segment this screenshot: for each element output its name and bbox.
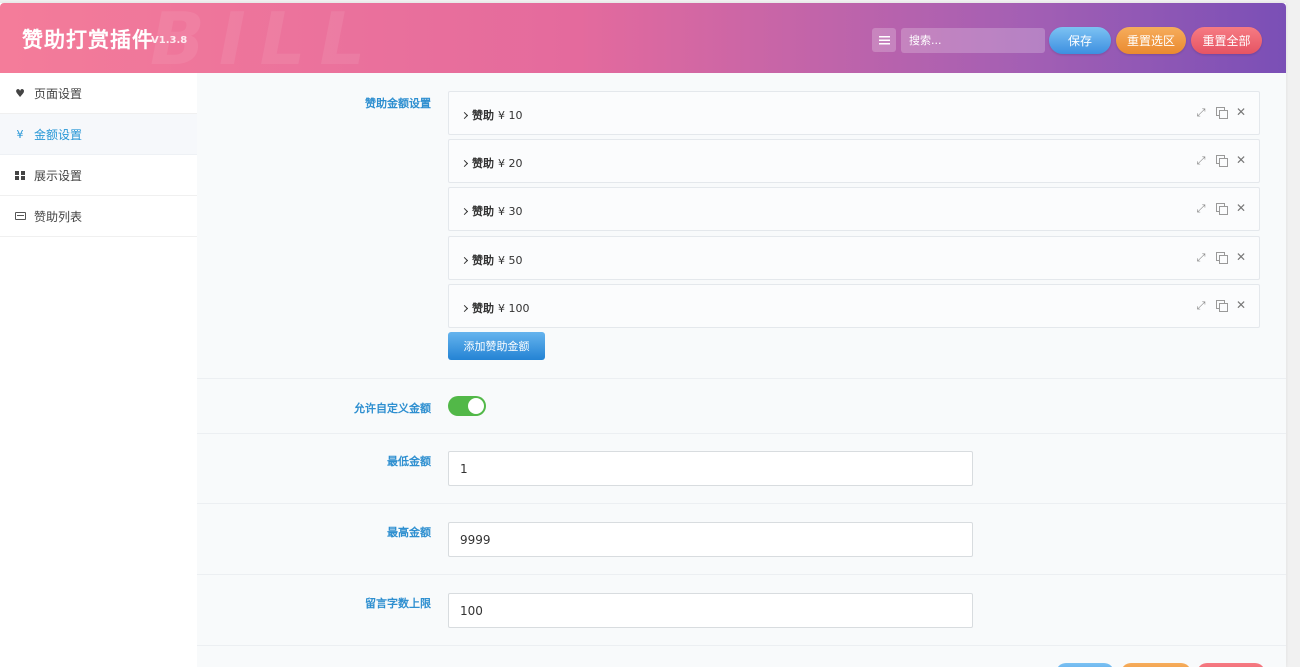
close-icon[interactable]: ✕ <box>1235 202 1247 214</box>
custom-amount-label: 允许自定义金额 <box>354 402 431 415</box>
amount-name: 赞助 <box>472 109 494 122</box>
heart-icon: ♥ <box>15 86 25 100</box>
header: BILL 赞助打赏插件 V1.3.8 保存 重置选区 重置全部 <box>0 3 1286 73</box>
custom-amount-toggle[interactable] <box>448 396 486 416</box>
sidebar-item-page-settings[interactable]: ♥ 页面设置 <box>0 73 197 114</box>
amount-settings-row: 赞助金额设置 赞助 ¥ 10 ⤢ ✕ 赞助 ¥ 20 ⤢ ✕ 赞助 ¥ 30 ⤢… <box>197 73 1286 379</box>
amount-group-item[interactable]: 赞助 ¥ 50 ⤢ ✕ <box>448 236 1260 280</box>
amount-group-title[interactable]: 赞助 ¥ 100 <box>460 300 530 316</box>
copy-icon[interactable] <box>1215 106 1228 119</box>
close-icon[interactable]: ✕ <box>1235 154 1247 166</box>
grid-icon <box>14 170 26 180</box>
amount-group-title[interactable]: 赞助 ¥ 10 <box>460 107 523 123</box>
amount-name: 赞助 <box>472 157 494 170</box>
search-input[interactable] <box>901 28 1045 53</box>
sidebar-item-sponsor-list[interactable]: 赞助列表 <box>0 196 197 237</box>
amount-name: 赞助 <box>472 205 494 218</box>
min-amount-label: 最低金额 <box>387 455 431 468</box>
sidebar: ♥ 页面设置 ¥ 金额设置 展示设置 赞助列表 <box>0 73 197 667</box>
min-amount-input[interactable] <box>448 451 973 486</box>
close-icon[interactable]: ✕ <box>1235 251 1247 263</box>
amount-group-title[interactable]: 赞助 ¥ 20 <box>460 155 523 171</box>
list-icon <box>14 212 26 220</box>
app-window: BILL 赞助打赏插件 V1.3.8 保存 重置选区 重置全部 ♥ 页面设置 ¥… <box>0 3 1286 667</box>
chevron-right-icon <box>460 304 469 312</box>
chevron-right-icon <box>460 111 469 119</box>
chevron-right-icon <box>460 207 469 215</box>
max-amount-label: 最高金额 <box>387 526 431 539</box>
close-icon[interactable]: ✕ <box>1235 299 1247 311</box>
amount-value: ¥ 100 <box>498 301 530 315</box>
amount-group-item[interactable]: 赞助 ¥ 20 ⤢ ✕ <box>448 139 1260 183</box>
expand-icon[interactable]: ⤢ <box>1195 106 1207 118</box>
copy-icon[interactable] <box>1215 202 1228 215</box>
close-icon[interactable]: ✕ <box>1235 106 1247 118</box>
add-amount-button[interactable]: 添加赞助金额 <box>448 332 545 360</box>
menu-list-icon[interactable] <box>872 28 896 52</box>
expand-icon[interactable]: ⤢ <box>1195 154 1207 166</box>
chevron-right-icon <box>460 256 469 264</box>
sidebar-item-label: 赞助列表 <box>34 209 83 224</box>
amount-group-item[interactable]: 赞助 ¥ 100 ⤢ ✕ <box>448 284 1260 328</box>
copy-icon[interactable] <box>1215 154 1228 167</box>
save-button[interactable]: 保存 <box>1049 27 1111 54</box>
amount-value: ¥ 10 <box>498 108 523 122</box>
expand-icon[interactable]: ⤢ <box>1195 202 1207 214</box>
amount-value: ¥ 30 <box>498 204 523 218</box>
amount-group-title[interactable]: 赞助 ¥ 50 <box>460 252 523 268</box>
amount-name: 赞助 <box>472 302 494 315</box>
expand-icon[interactable]: ⤢ <box>1195 299 1207 311</box>
custom-amount-row: 允许自定义金额 <box>197 379 1286 434</box>
chevron-right-icon <box>460 159 469 167</box>
footer-save-button[interactable] <box>1056 663 1114 667</box>
amount-value: ¥ 20 <box>498 156 523 170</box>
sidebar-item-label: 金额设置 <box>34 127 83 142</box>
sidebar-item-label: 页面设置 <box>34 86 83 101</box>
amount-settings-label: 赞助金额设置 <box>365 97 431 110</box>
amount-value: ¥ 50 <box>498 253 523 267</box>
amount-group-item[interactable]: 赞助 ¥ 10 ⤢ ✕ <box>448 91 1260 135</box>
max-amount-input[interactable] <box>448 522 973 557</box>
amount-group-title[interactable]: 赞助 ¥ 30 <box>460 203 523 219</box>
amount-name: 赞助 <box>472 254 494 267</box>
page-title: 赞助打赏插件 <box>22 28 154 52</box>
version-label: V1.3.8 <box>151 35 188 46</box>
message-limit-input[interactable] <box>448 593 973 628</box>
reset-all-button[interactable]: 重置全部 <box>1191 27 1262 54</box>
sidebar-item-label: 展示设置 <box>34 168 83 183</box>
copy-icon[interactable] <box>1215 251 1228 264</box>
footer-reset-section-button[interactable] <box>1121 663 1191 667</box>
message-limit-label: 留言字数上限 <box>365 597 431 610</box>
sidebar-item-amount-settings[interactable]: ¥ 金额设置 <box>0 114 197 155</box>
amount-group-item[interactable]: 赞助 ¥ 30 ⤢ ✕ <box>448 187 1260 231</box>
sidebar-item-display-settings[interactable]: 展示设置 <box>0 155 197 196</box>
reset-section-button[interactable]: 重置选区 <box>1116 27 1186 54</box>
yen-icon: ¥ <box>16 127 24 141</box>
footer-reset-all-button[interactable] <box>1197 663 1265 667</box>
expand-icon[interactable]: ⤢ <box>1195 251 1207 263</box>
copy-icon[interactable] <box>1215 299 1228 312</box>
main-content: 赞助金额设置 赞助 ¥ 10 ⤢ ✕ 赞助 ¥ 20 ⤢ ✕ 赞助 ¥ 30 ⤢… <box>197 73 1286 667</box>
